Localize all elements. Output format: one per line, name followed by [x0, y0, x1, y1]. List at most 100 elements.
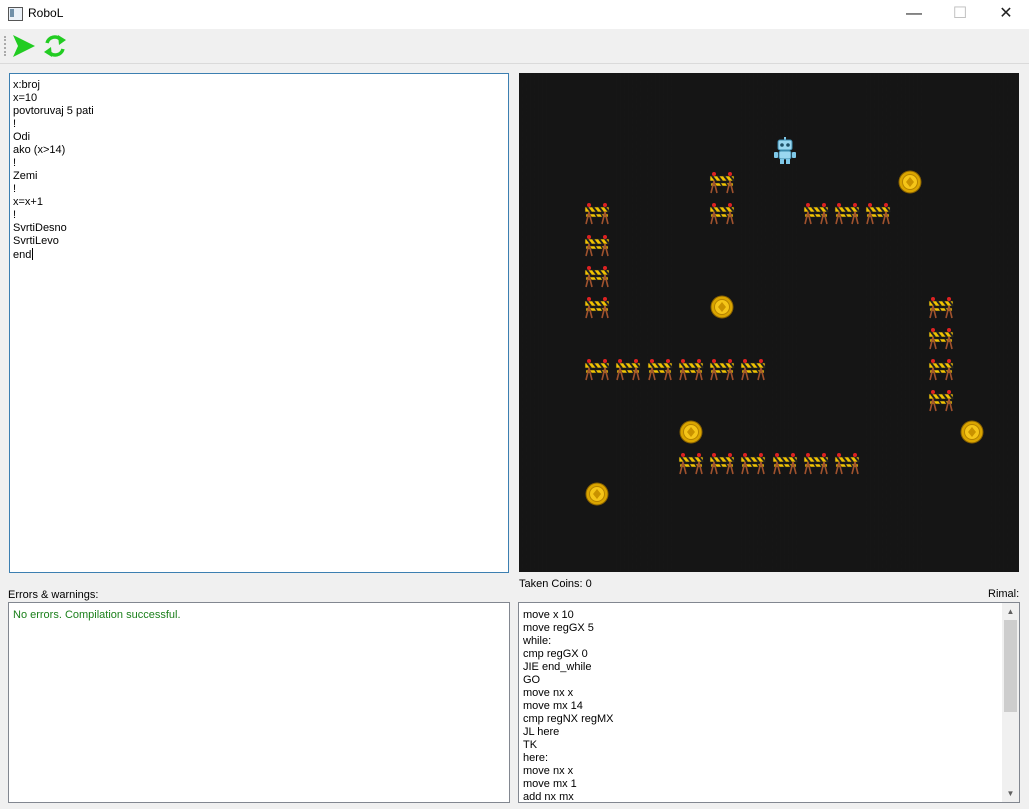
coin	[585, 482, 609, 506]
asm-line: here:	[523, 752, 549, 764]
game-board	[519, 73, 1019, 572]
barrier-icon	[678, 452, 704, 475]
play-arrow-icon	[13, 35, 35, 57]
barrier-icon	[709, 203, 735, 225]
barrier	[709, 357, 735, 381]
maximize-button[interactable]: ☐	[937, 0, 983, 29]
barrier-icon	[928, 390, 954, 412]
refresh-icon	[44, 35, 66, 57]
code-line: x:broj	[13, 79, 40, 91]
asm-line: move nx x	[523, 765, 574, 777]
barrier-icon	[709, 452, 735, 475]
code-line: ako (x>14)	[13, 144, 66, 156]
asm-line: move mx 14	[523, 700, 583, 712]
coin	[710, 295, 734, 319]
barrier	[678, 357, 704, 381]
errors-label: Errors & warnings:	[8, 589, 99, 601]
run-button[interactable]	[10, 32, 38, 60]
asm-line: add nx mx	[523, 791, 574, 803]
barrier	[615, 357, 642, 381]
barrier	[865, 201, 892, 225]
coin	[898, 170, 922, 194]
barrier-icon	[709, 359, 735, 381]
barrier	[803, 451, 829, 475]
code-line: x=x+1	[13, 196, 43, 208]
barrier-icon	[584, 203, 610, 225]
barrier	[928, 357, 954, 381]
asm-line: move x 10	[523, 609, 574, 621]
barrier-icon	[803, 203, 829, 225]
barrier-icon	[928, 296, 954, 319]
barrier-icon	[584, 296, 610, 319]
barrier-icon	[866, 203, 892, 225]
code-line: Zemi	[13, 170, 38, 182]
barrier	[584, 264, 610, 288]
barrier-icon	[678, 359, 704, 381]
scroll-thumb[interactable]	[1004, 620, 1017, 712]
code-editor[interactable]: x:broj x=10 povtoruvaj 5 pati ! Odi ako …	[9, 73, 509, 573]
asm-line: JIE end_while	[523, 661, 592, 673]
toolbar-grip	[4, 36, 8, 56]
coin	[960, 420, 984, 444]
asm-line: move regGX 5	[523, 622, 594, 634]
coin-icon	[710, 295, 734, 319]
asm-line: while:	[523, 635, 552, 647]
barrier-icon	[584, 234, 610, 256]
code-line: SvrtiDesno	[13, 222, 67, 234]
close-button[interactable]: ✕	[983, 0, 1029, 29]
barrier-icon	[772, 452, 798, 475]
barrier-icon	[834, 203, 860, 225]
minimize-button[interactable]: —	[891, 0, 937, 29]
rimal-label: Rimal:	[988, 588, 1020, 600]
coin	[679, 420, 703, 444]
barrier-icon	[803, 452, 829, 475]
code-line: povtoruvaj 5 pati	[13, 105, 94, 117]
barrier-icon	[928, 359, 954, 381]
code-line: x=10	[13, 92, 38, 104]
barrier-icon	[584, 359, 610, 381]
toolbar	[0, 29, 1029, 64]
code-line: !	[13, 157, 17, 169]
barrier	[709, 170, 735, 194]
coin-icon	[679, 420, 703, 444]
barrier	[928, 326, 954, 350]
barrier	[740, 357, 767, 381]
barrier-icon	[616, 359, 642, 381]
barrier	[584, 233, 610, 257]
barrier	[772, 451, 798, 475]
code-line-text: end	[13, 249, 32, 261]
barrier	[834, 201, 860, 225]
barrier-icon	[584, 265, 610, 287]
asm-line: cmp regNX regMX	[523, 713, 614, 725]
scroll-up-arrow-icon[interactable]: ▲	[1002, 603, 1019, 620]
title-bar: RoboL — ☐ ✕	[0, 0, 1029, 29]
app-icon	[8, 7, 23, 21]
code-line: !	[13, 118, 17, 130]
barrier-icon	[709, 172, 735, 194]
barrier	[834, 451, 860, 475]
barrier	[647, 357, 673, 381]
asm-line: GO	[523, 674, 541, 686]
vertical-scrollbar[interactable]: ▲ ▼	[1002, 603, 1019, 802]
robot-icon	[773, 136, 796, 164]
scroll-down-arrow-icon[interactable]: ▼	[1002, 785, 1019, 802]
barrier-icon	[647, 359, 673, 381]
assembly-output-panel[interactable]: move x 10 move regGX 5 while: cmp regGX …	[518, 602, 1020, 803]
barrier	[709, 201, 735, 225]
coin-icon	[898, 170, 922, 194]
errors-panel[interactable]: No errors. Compilation successful.	[8, 602, 510, 803]
barrier-icon	[834, 452, 860, 475]
compile-status-message: No errors. Compilation successful.	[13, 609, 181, 621]
coin-icon	[960, 420, 984, 444]
barrier-icon	[741, 359, 767, 381]
code-line: Odi	[13, 131, 31, 143]
barrier	[584, 201, 610, 225]
asm-line: move mx 1	[523, 778, 577, 790]
barrier	[928, 295, 954, 319]
code-line: !	[13, 209, 17, 221]
robot	[772, 136, 798, 165]
barrier-icon	[741, 452, 767, 475]
reset-button[interactable]	[41, 32, 69, 60]
barrier	[678, 451, 704, 475]
coin-icon	[585, 482, 609, 506]
